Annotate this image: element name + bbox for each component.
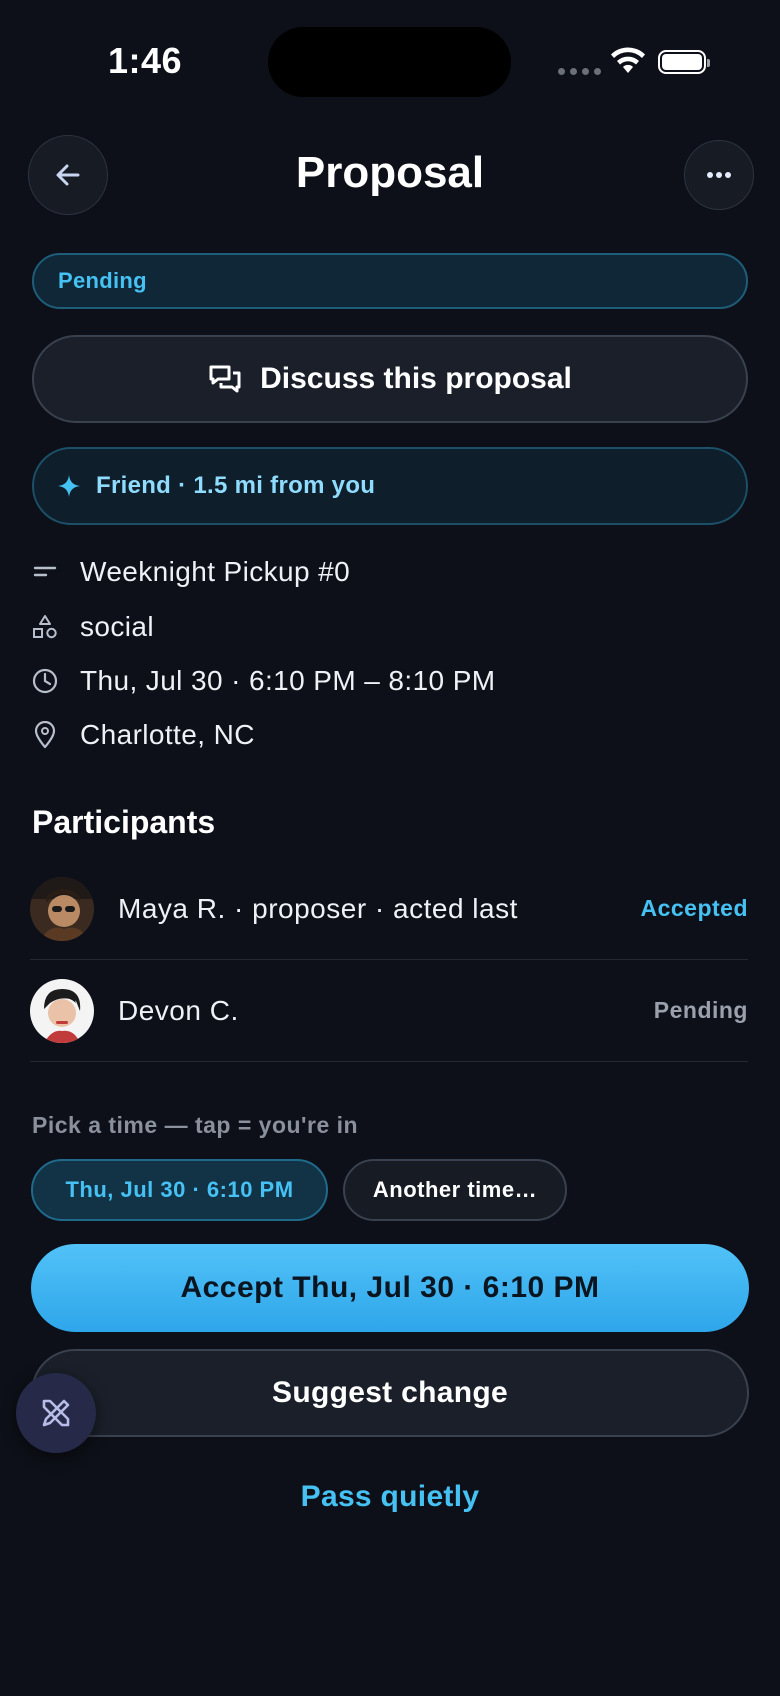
- proposal-name: Weeknight Pickup #0: [80, 556, 351, 587]
- pass-quietly-link[interactable]: Pass quietly: [0, 1480, 780, 1514]
- time-option-another[interactable]: Another time…: [343, 1159, 567, 1221]
- detail-row-datetime: Thu, Jul 30 · 6:10 PM – 8:10 PM: [32, 665, 496, 697]
- dynamic-island: [268, 27, 511, 97]
- friend-distance-banner: Friend · 1.5 mi from you: [32, 447, 748, 525]
- suggest-change-button[interactable]: Suggest change: [31, 1349, 749, 1437]
- design-tools-fab[interactable]: [16, 1373, 96, 1453]
- location-pin-icon: [32, 721, 58, 749]
- proposal-datetime: Thu, Jul 30 · 6:10 PM – 8:10 PM: [80, 665, 496, 696]
- more-options-button[interactable]: [684, 140, 754, 210]
- participant-status: Pending: [653, 997, 748, 1023]
- participant-name: Maya R. · proposer · acted last: [118, 892, 518, 924]
- shapes-icon: [32, 614, 58, 640]
- pencil-ruler-icon: [42, 1399, 70, 1427]
- status-time: 1:46: [108, 40, 183, 81]
- detail-row-location: Charlotte, NC: [32, 719, 255, 751]
- friend-distance-text: Friend · 1.5 mi from you: [96, 472, 376, 499]
- participants-heading: Participants: [32, 804, 216, 840]
- chat-bubbles-icon: [209, 365, 241, 393]
- detail-row-name: Weeknight Pickup #0: [32, 556, 350, 588]
- wifi-icon: [611, 47, 645, 73]
- avatar: [30, 978, 94, 1043]
- participant-row[interactable]: Devon C. Pending: [30, 960, 748, 1062]
- participant-name: Devon C.: [118, 994, 239, 1026]
- time-option-selected[interactable]: Thu, Jul 30 · 6:10 PM: [31, 1159, 328, 1221]
- time-picker-label: Pick a time — tap = you're in: [32, 1112, 359, 1138]
- page-title: Proposal: [295, 148, 485, 197]
- discuss-proposal-button[interactable]: Discuss this proposal: [32, 335, 748, 423]
- proposal-location: Charlotte, NC: [80, 719, 255, 750]
- discuss-button-label: Discuss this proposal: [260, 362, 572, 395]
- detail-row-category: social: [32, 611, 154, 643]
- avatar: [30, 876, 94, 941]
- participant-row[interactable]: Maya R. · proposer · acted last Accepted: [30, 858, 748, 960]
- cellular-signal-icon: [558, 68, 601, 75]
- text-lines-icon: [32, 559, 58, 585]
- participant-status: Accepted: [640, 895, 748, 921]
- accept-button[interactable]: Accept Thu, Jul 30 · 6:10 PM: [31, 1244, 749, 1332]
- proposal-category: social: [80, 611, 154, 642]
- clock-icon: [32, 668, 58, 694]
- proposal-status-badge: Pending: [32, 253, 748, 309]
- battery-icon: [658, 50, 710, 74]
- sparkle-icon: [58, 475, 80, 497]
- more-horizontal-icon: [707, 172, 731, 178]
